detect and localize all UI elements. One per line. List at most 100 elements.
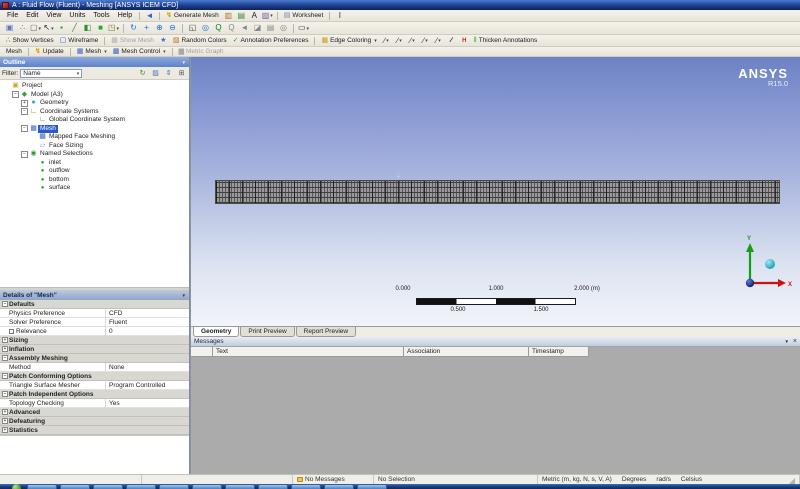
details-value[interactable]: 0 [105,326,189,336]
edge-filter-icon[interactable]: ╱ [68,22,81,34]
pick-label-icon[interactable]: ▣ [3,22,16,34]
pin-icon[interactable] [182,59,186,66]
tree-item-project[interactable]: Project [0,82,189,91]
select-shape-dropdown[interactable]: ▢ [29,22,42,34]
zoom-in-icon[interactable]: ⊕ [153,22,166,34]
messages-col-association[interactable]: Association [404,347,529,357]
figure-icon[interactable]: ▥ [222,10,235,22]
wireframe-button[interactable]: Wireframe [57,37,102,44]
tree-item-model[interactable]: − Model (A3) [0,91,189,100]
h-marker-icon[interactable] [458,35,471,47]
magnifier-window-icon[interactable]: Q [225,22,238,34]
mesh-control-dropdown[interactable]: Mesh Control [110,48,169,55]
pin-icon[interactable] [182,292,186,299]
viewports-dropdown[interactable]: ▭ [297,22,310,34]
thicken-annotations-button[interactable]: Thicken Annotations [471,37,540,44]
section-expander[interactable]: − [2,301,8,307]
tree-expander[interactable]: − [21,125,28,133]
taskbar-window-button[interactable] [159,484,189,489]
tree-item-face-sizing[interactable]: Face Sizing [0,142,189,151]
refresh-icon[interactable]: ↻ [137,69,148,77]
zoom-box-icon[interactable]: ◱ [186,22,199,34]
insert-pointer-icon[interactable]: ◄ [143,10,156,22]
menu-item[interactable]: File [3,12,22,19]
taskbar-window-button[interactable] [93,484,123,489]
update-button[interactable]: Update [32,48,67,55]
details-value[interactable]: Program Controlled [105,380,189,390]
tags-icon[interactable]: ▤ [264,22,277,34]
start-button[interactable] [12,484,21,489]
show-vertices-button[interactable]: Show Vertices [3,37,57,44]
image-capture-dropdown[interactable]: ▧ [261,10,274,22]
tree-item-coordinate-systems[interactable]: − Coordinate Systems [0,108,189,117]
tree-item-inlet[interactable]: inlet [0,159,189,168]
tree-item-mesh[interactable]: − Mesh [0,124,189,133]
label-icon[interactable]: A [248,10,261,22]
tree-item-surface[interactable]: surface [0,184,189,193]
edge-coloring-dropdown[interactable]: Edge Coloring [318,37,379,44]
taskbar-window-button[interactable] [27,484,57,489]
taskbar-window-button[interactable] [291,484,321,489]
messages-col-icon[interactable] [191,347,213,357]
new-report-icon[interactable]: ▤ [235,10,248,22]
edge-direction-dropdown[interactable]: ∕ [406,35,419,47]
tree-item-geometry[interactable]: + Geometry [0,99,189,108]
iso-view-icon[interactable]: ◪ [251,22,264,34]
edge-direction-dropdown[interactable]: ∕ [393,35,406,47]
vertex-filter-icon[interactable]: ▪ [55,22,68,34]
taskbar-window-button[interactable] [192,484,222,489]
menu-item[interactable]: Edit [22,12,42,19]
direction-pen-icon[interactable] [445,35,458,47]
flat-tree-icon[interactable]: ▨ [150,69,161,77]
worksheet-button[interactable]: Worksheet [281,12,327,19]
look-at-icon[interactable]: ◎ [277,22,290,34]
section-expander[interactable]: + [2,337,8,343]
checkbox[interactable] [9,328,14,334]
title-bar[interactable]: A : Fluid Flow (Fluent) - Meshing [ANSYS… [0,0,800,10]
details-section-statistics[interactable]: + Statistics [0,426,189,435]
section-expander[interactable]: + [2,409,8,415]
close-icon[interactable] [793,338,797,345]
graphics-viewport[interactable]: ANSYS R15.0 + 0.000 1.000 2.000 (m) 0.50… [191,57,800,326]
rotate-icon[interactable]: ↻ [127,22,140,34]
mesh-button[interactable]: Mesh [3,48,25,55]
edge-direction-dropdown[interactable]: ∕ [419,35,432,47]
body-filter-icon[interactable]: ■ [94,22,107,34]
menu-item[interactable]: Help [114,12,136,19]
tree-expander[interactable]: + [21,99,28,107]
menu-item[interactable]: Units [65,12,89,19]
filter-dropdown[interactable]: Name [20,68,83,78]
section-expander[interactable]: + [2,427,8,433]
previous-view-icon[interactable]: ◄ [238,22,251,34]
taskbar-window-button[interactable] [357,484,387,489]
taskbar-window-button[interactable] [126,484,156,489]
details-value[interactable]: Fluent [105,317,189,327]
tree-expander[interactable]: − [12,91,19,99]
tab-print-preview[interactable]: Print Preview [240,327,295,337]
tab-geometry[interactable]: Geometry [193,327,240,337]
mesh-menu-dropdown[interactable]: Mesh [74,48,110,55]
generate-mesh-button[interactable]: Generate Mesh [163,12,222,19]
section-expander[interactable]: − [2,391,8,397]
taskbar-window-button[interactable] [324,484,354,489]
section-expander[interactable]: + [2,346,8,352]
messages-col-text[interactable]: Text [213,347,404,357]
details-value[interactable]: None [105,362,189,372]
probe-annotation-icon[interactable] [157,35,170,47]
taskbar-window-button[interactable] [60,484,90,489]
section-expander[interactable]: − [2,355,8,361]
tree-item-outflow[interactable]: outflow [0,167,189,176]
face-filter-icon[interactable]: ◧ [81,22,94,34]
tree-item-named-selections[interactable]: − Named Selections [0,150,189,159]
pan-icon[interactable]: + [140,22,153,34]
tree-expander[interactable]: − [21,150,28,158]
details-value[interactable]: CFD [105,308,189,318]
edge-direction-dropdown[interactable]: ∕ [380,35,393,47]
magnifier-icon[interactable]: Q [212,22,225,34]
taskbar-window-button[interactable] [225,484,255,489]
ibeam-cursor-icon[interactable]: I [333,10,346,22]
menu-item[interactable]: View [42,12,65,19]
extend-selection-dropdown[interactable]: ◳ [107,22,120,34]
random-colors-button[interactable]: Random Colors [170,37,230,44]
pick-coordinates-icon[interactable]: ∴ [16,22,29,34]
